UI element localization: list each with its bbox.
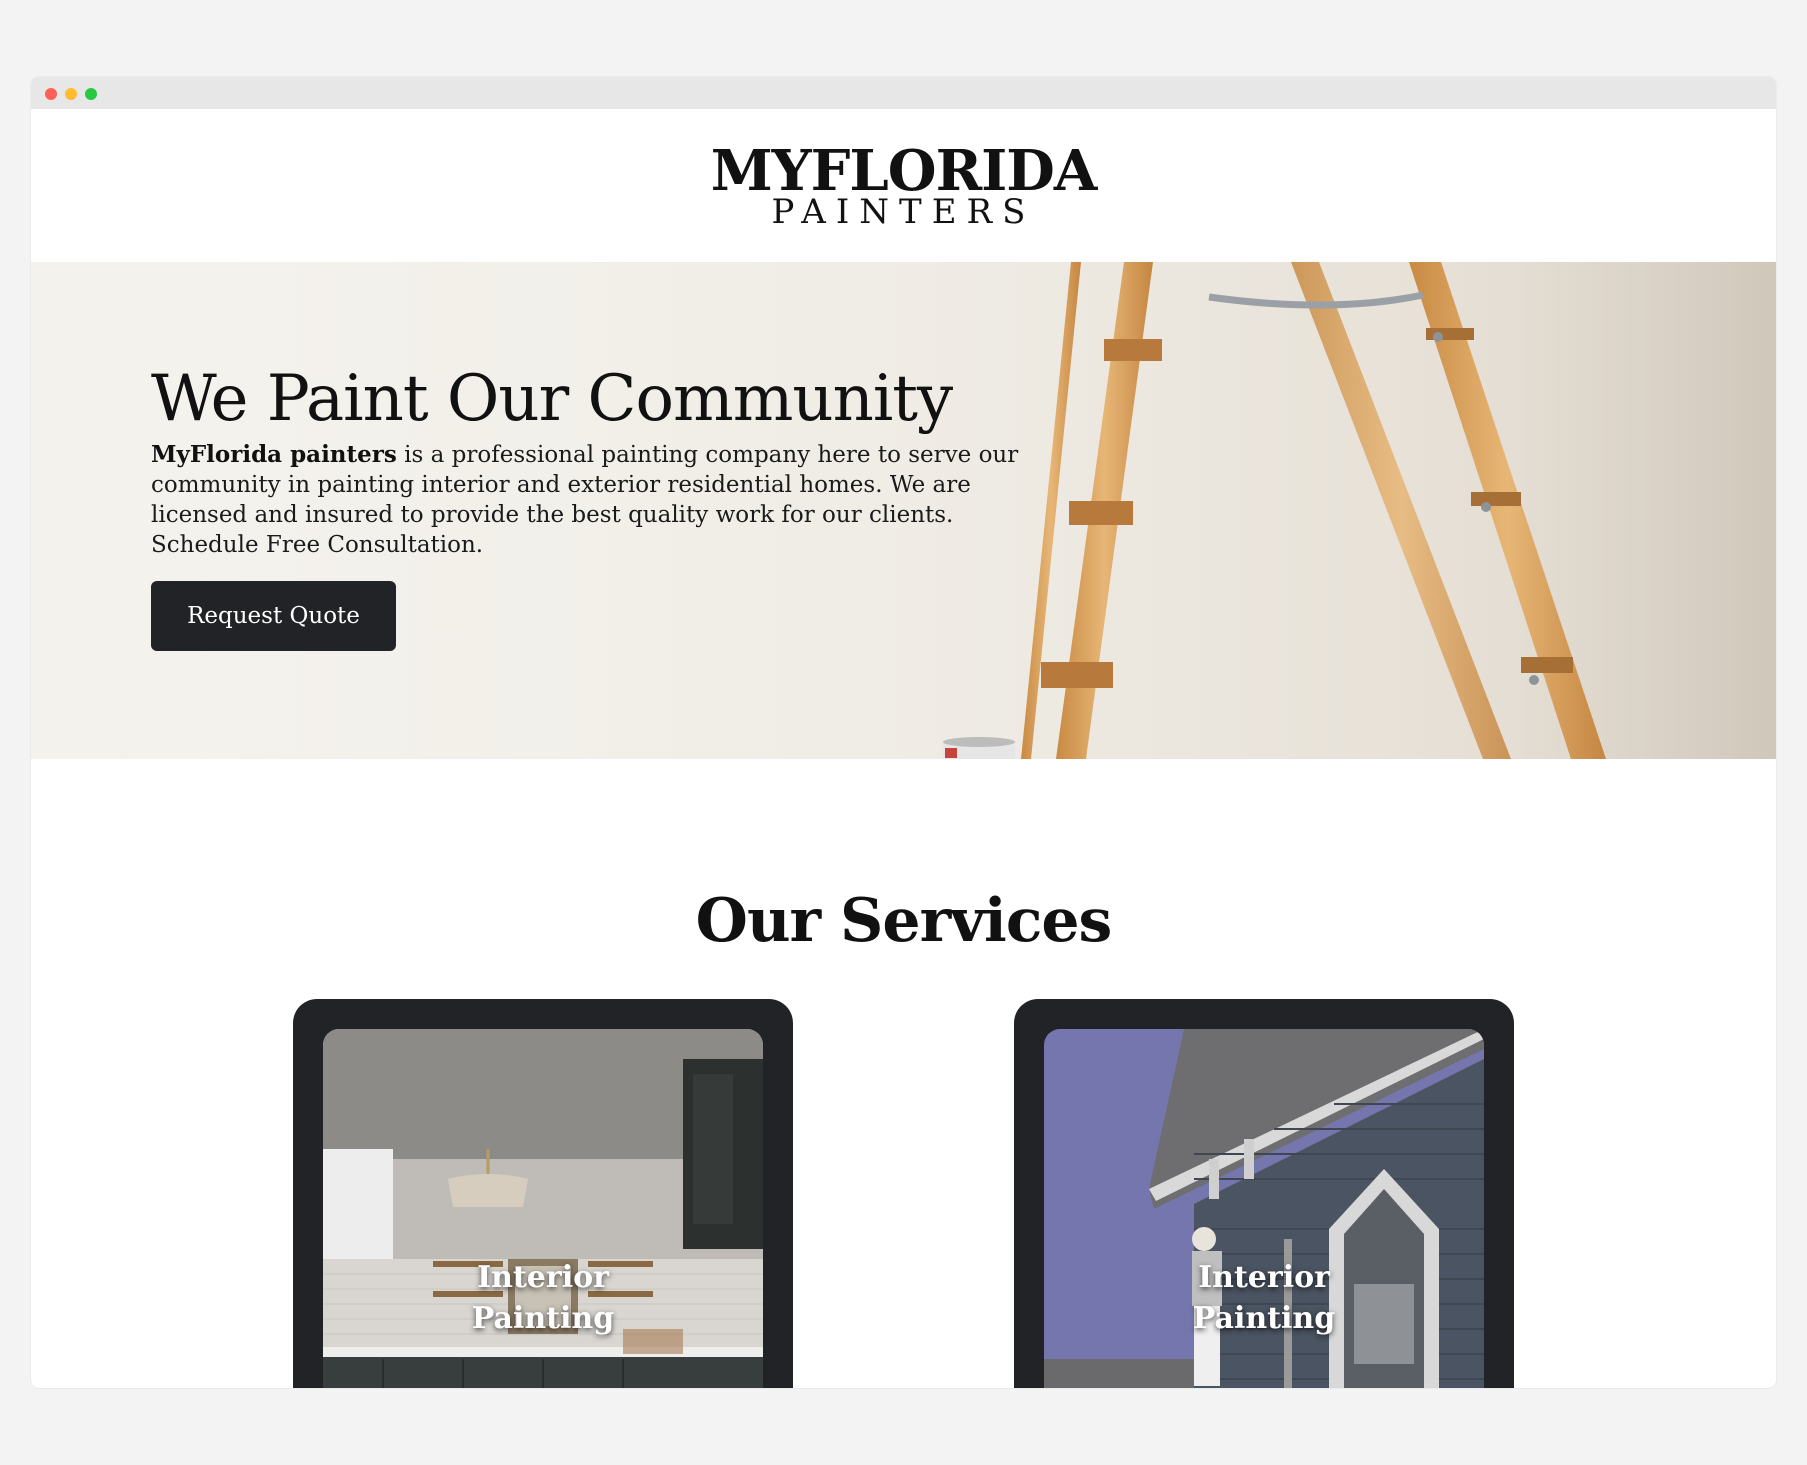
logo-main-text: MYFLORIDA [710,137,1098,204]
service-card-label: Interior Painting [471,1260,615,1336]
site-logo[interactable]: MYFLORIDA PAINTERS [710,137,1098,229]
minimize-window-button[interactable] [65,88,77,100]
kitchen-photo: Interior Painting [323,1029,763,1388]
hero-section: We Paint Our Community MyFlorida painter… [31,262,1776,759]
services-section: Our Services Interior Painting Interior … [31,759,1776,1388]
site-header: MYFLORIDA PAINTERS [31,109,1776,262]
house-exterior-photo: Interior Painting [1044,1029,1484,1388]
maximize-window-button[interactable] [85,88,97,100]
service-card-label: Interior Painting [1192,1260,1336,1336]
request-quote-button[interactable]: Request Quote [151,581,396,652]
service-card-exterior[interactable]: Interior Painting [1014,999,1514,1388]
services-title: Our Services [695,886,1113,956]
browser-window: MYFLORIDA PAINTERS We Paint Our Communit… [31,77,1776,1388]
close-window-button[interactable] [45,88,57,100]
window-titlebar [31,77,1776,109]
service-card-interior[interactable]: Interior Painting [293,999,793,1388]
hero-company-name: MyFlorida painters [151,441,397,469]
hero-content: We Paint Our Community MyFlorida painter… [151,362,1031,652]
hero-title: We Paint Our Community [151,362,953,436]
hero-description: MyFlorida painters is a professional pai… [151,440,1031,560]
